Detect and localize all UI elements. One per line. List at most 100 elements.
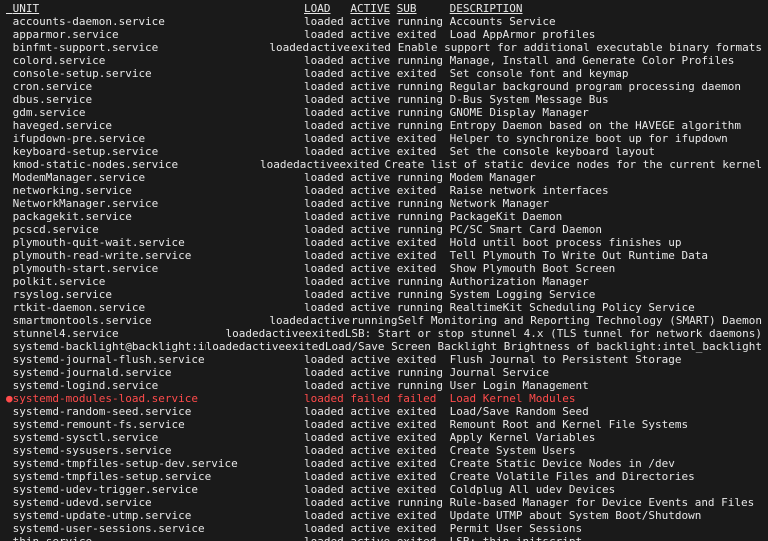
status-dot-icon xyxy=(6,275,13,288)
status-dot-icon xyxy=(6,210,13,223)
load-state: loaded xyxy=(304,301,350,314)
service-row: gdm.serviceloadedactiverunningGNOME Disp… xyxy=(6,106,762,119)
sub-state: exited xyxy=(397,145,450,158)
load-state: loaded xyxy=(304,210,350,223)
active-state: active xyxy=(350,483,396,496)
active-state: active xyxy=(350,236,396,249)
load-state: loaded xyxy=(304,132,350,145)
sub-state: exited xyxy=(397,483,450,496)
status-dot-icon xyxy=(6,327,13,340)
load-state: loaded xyxy=(304,119,350,132)
sub-state: exited xyxy=(397,509,450,522)
description: Set the console keyboard layout xyxy=(450,145,655,158)
active-state: active xyxy=(350,418,396,431)
service-row: dbus.serviceloadedactiverunningD-Bus Sys… xyxy=(6,93,762,106)
unit-name: dbus.service xyxy=(13,93,304,106)
load-state: loaded xyxy=(304,483,350,496)
active-state: active xyxy=(350,197,396,210)
active-state: active xyxy=(350,288,396,301)
description: Rule-based Manager for Device Events and… xyxy=(450,496,755,509)
service-row: smartmontools.serviceloadedactiverunning… xyxy=(6,314,762,327)
load-state: loaded xyxy=(304,470,350,483)
service-row: ifupdown-pre.serviceloadedactiveexitedHe… xyxy=(6,132,762,145)
header-description: DESCRIPTION xyxy=(450,2,523,15)
description: Modem Manager xyxy=(450,171,536,184)
active-state: active xyxy=(350,522,396,535)
load-state: loaded xyxy=(304,262,350,275)
load-state: loaded xyxy=(304,15,350,28)
unit-name: systemd-sysusers.service xyxy=(13,444,304,457)
unit-name: systemd-sysctl.service xyxy=(13,431,304,444)
sub-state: running xyxy=(397,80,450,93)
active-state: active xyxy=(350,509,396,522)
sub-state: running xyxy=(397,210,450,223)
description: LSB: thin initscript xyxy=(450,535,582,541)
active-state: active xyxy=(350,15,396,28)
unit-name: smartmontools.service xyxy=(13,314,270,327)
load-state: loaded xyxy=(304,236,350,249)
active-state: active xyxy=(350,405,396,418)
status-dot-icon xyxy=(6,314,13,327)
status-dot-icon xyxy=(6,184,13,197)
sub-state: running xyxy=(397,366,450,379)
unit-name: systemd-random-seed.service xyxy=(13,405,304,418)
description: Load Kernel Modules xyxy=(450,392,576,405)
load-state: loaded xyxy=(304,28,350,41)
active-state: active xyxy=(350,301,396,314)
sub-state: running xyxy=(397,223,450,236)
unit-name: plymouth-start.service xyxy=(13,262,304,275)
header-spacer xyxy=(6,2,13,15)
unit-name: gdm.service xyxy=(13,106,304,119)
service-row: colord.serviceloadedactiverunningManage,… xyxy=(6,54,762,67)
active-state: active xyxy=(350,379,396,392)
load-state: loaded xyxy=(304,405,350,418)
load-state: loaded xyxy=(304,288,350,301)
description: Enable support for additional executable… xyxy=(398,41,762,54)
load-state: loaded xyxy=(304,522,350,535)
header-active: ACTIVE xyxy=(350,2,396,15)
sub-state: exited xyxy=(397,444,450,457)
status-dot-icon xyxy=(6,197,13,210)
status-dot-icon xyxy=(6,145,13,158)
sub-state: running xyxy=(397,15,450,28)
load-state: loaded xyxy=(226,327,266,340)
status-dot-icon xyxy=(6,509,13,522)
service-row: thin.serviceloadedactiveexitedLSB: thin … xyxy=(6,535,762,541)
description: User Login Management xyxy=(450,379,589,392)
sub-state: exited xyxy=(351,41,398,54)
terminal-output[interactable]: UNITLOADACTIVESUBDESCRIPTION accounts-da… xyxy=(0,0,768,541)
unit-name: systemd-tmpfiles-setup-dev.service xyxy=(13,457,304,470)
description: Raise network interfaces xyxy=(450,184,609,197)
sub-state: exited xyxy=(397,28,450,41)
sub-state: running xyxy=(397,119,450,132)
unit-name: ifupdown-pre.service xyxy=(13,132,304,145)
sub-state: running xyxy=(397,288,450,301)
service-row: polkit.serviceloadedactiverunningAuthori… xyxy=(6,275,762,288)
status-dot-icon xyxy=(6,106,13,119)
active-state: active xyxy=(245,340,285,353)
status-dot-icon xyxy=(6,470,13,483)
sub-state: running xyxy=(397,54,450,67)
load-state: loaded xyxy=(304,67,350,80)
service-row: systemd-logind.serviceloadedactiverunnin… xyxy=(6,379,762,392)
unit-name: systemd-udev-trigger.service xyxy=(13,483,304,496)
unit-name: systemd-journald.service xyxy=(13,366,304,379)
sub-state: exited xyxy=(397,184,450,197)
load-state: loaded xyxy=(304,457,350,470)
unit-name: packagekit.service xyxy=(13,210,304,223)
service-row: systemd-tmpfiles-setup-dev.serviceloaded… xyxy=(6,457,762,470)
status-dot-icon xyxy=(6,535,13,541)
description: PC/SC Smart Card Daemon xyxy=(450,223,602,236)
service-row: ModemManager.serviceloadedactiverunningM… xyxy=(6,171,762,184)
sub-state: exited xyxy=(397,470,450,483)
load-state: loaded xyxy=(304,197,350,210)
service-row: systemd-user-sessions.serviceloadedactiv… xyxy=(6,522,762,535)
load-state: loaded xyxy=(304,353,350,366)
description: Tell Plymouth To Write Out Runtime Data xyxy=(450,249,708,262)
unit-name: plymouth-quit-wait.service xyxy=(13,236,304,249)
status-dot-icon xyxy=(6,67,13,80)
active-state: active xyxy=(350,171,396,184)
unit-name: ModemManager.service xyxy=(13,171,304,184)
unit-name: systemd-modules-load.service xyxy=(13,392,304,405)
description: Load/Save Screen Backlight Brightness of… xyxy=(325,340,762,353)
